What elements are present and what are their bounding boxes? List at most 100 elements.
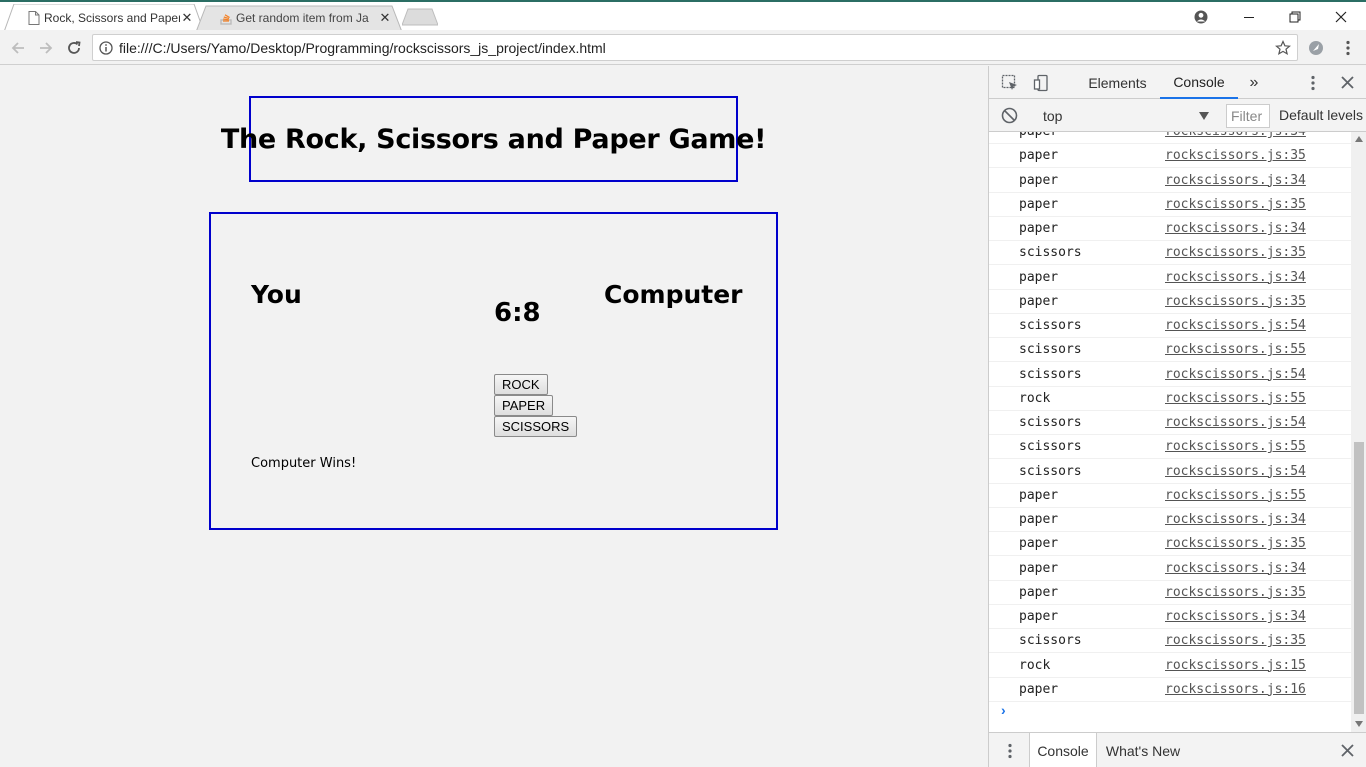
log-message: paper [1019,512,1059,527]
log-source-link[interactable]: rockscissors.js:16 [1165,682,1306,697]
log-source-link[interactable]: rockscissors.js:35 [1165,148,1306,163]
log-source-link[interactable]: rockscissors.js:34 [1165,561,1306,576]
scissors-button[interactable]: SCISSORS [494,416,578,437]
log-message: paper [1019,269,1059,285]
log-message: paper [1019,487,1059,503]
log-source-link[interactable]: rockscissors.js:35 [1165,294,1306,309]
scroll-down-arrow-icon[interactable] [1355,721,1363,727]
drawer-menu-kebab-icon[interactable] [1001,733,1019,767]
tab-elements[interactable]: Elements [1075,66,1160,99]
console-log-row: scissors rockscissors.js:35 [989,241,1351,266]
log-source-link[interactable]: rockscissors.js:34 [1165,609,1306,624]
back-arrow-icon[interactable] [6,36,30,60]
log-source-link[interactable]: rockscissors.js:35 [1165,536,1306,551]
minimize-button[interactable] [1226,4,1272,30]
browser-tab-strip: Rock, Scissors and Paper ✕ Get random it… [0,0,1366,32]
result-text: Computer Wins! [251,456,357,471]
log-message: scissors [1019,415,1082,430]
paper-button[interactable]: PAPER [494,395,554,416]
console-log-row: paper rockscissors.js:35 [989,290,1351,314]
context-selector[interactable]: top [1031,105,1209,127]
log-message: scissors [1019,245,1082,261]
console-log-row: scissors rockscissors.js:35 [989,629,1351,654]
more-tabs-chevron-icon[interactable]: » [1243,66,1265,99]
console-scrollbar[interactable] [1351,132,1366,732]
address-bar[interactable]: file:///C:/Users/Yamo/Desktop/Programmin… [92,34,1298,61]
restore-button[interactable] [1272,4,1318,30]
extension-icon[interactable] [1304,36,1328,60]
console-log-row: paper rockscissors.js:34 [989,557,1351,581]
log-message: paper [1019,148,1059,164]
log-source-link[interactable]: rockscissors.js:15 [1165,658,1306,673]
log-message: paper [1019,560,1059,576]
log-source-link[interactable]: rockscissors.js:35 [1165,585,1306,600]
bookmark-star-icon[interactable] [1269,39,1297,56]
devtools-menu-kebab-icon[interactable] [1303,66,1323,99]
console-log-row: paper rockscissors.js:35 [989,144,1351,169]
console-log-row: rock rockscissors.js:55 [989,387,1351,411]
log-levels-dropdown[interactable]: Default levels [1279,107,1363,123]
log-source-link[interactable]: rockscissors.js:54 [1165,415,1306,430]
log-source-link[interactable]: rockscissors.js:34 [1165,132,1306,139]
inspect-element-icon[interactable] [999,66,1021,99]
devtools-drawer-bar: Console What's New [989,732,1366,767]
log-source-link[interactable]: rockscissors.js:55 [1165,342,1306,357]
close-window-button[interactable] [1318,4,1364,30]
info-icon[interactable] [93,40,119,55]
tab-stackoverflow[interactable]: Get random item from Ja ✕ [196,4,402,32]
profile-icon[interactable] [1178,4,1224,30]
forward-arrow-icon[interactable] [34,36,58,60]
log-message: paper [1019,221,1059,236]
tab-console[interactable]: Console [1160,66,1238,99]
console-log-row: scissors rockscissors.js:55 [989,435,1351,460]
log-message: scissors [1019,633,1082,649]
devtools-panel: Elements Console » top Filter Default le… [988,66,1366,767]
close-drawer-icon[interactable] [1337,733,1357,767]
log-source-link[interactable]: rockscissors.js:55 [1165,488,1306,503]
reload-icon[interactable] [62,36,86,60]
scrollbar-thumb[interactable] [1354,442,1364,714]
log-message: paper [1019,132,1058,139]
log-source-link[interactable]: rockscissors.js:34 [1165,512,1306,527]
log-source-link[interactable]: rockscissors.js:55 [1165,439,1306,454]
scroll-up-arrow-icon[interactable] [1355,136,1363,142]
console-prompt-icon[interactable]: › [1001,702,1006,718]
log-source-link[interactable]: rockscissors.js:35 [1165,245,1306,260]
console-log-row: paper rockscissors.js:35 [989,532,1351,557]
log-source-link[interactable]: rockscissors.js:54 [1165,367,1306,382]
log-source-link[interactable]: rockscissors.js:54 [1165,464,1306,479]
log-source-link[interactable]: rockscissors.js:34 [1165,173,1306,188]
close-devtools-icon[interactable] [1337,66,1357,99]
console-log-row: paper rockscissors.js:34 [989,605,1351,629]
console-log-row: scissors rockscissors.js:55 [989,338,1351,363]
browser-toolbar: file:///C:/Users/Yamo/Desktop/Programmin… [0,30,1366,65]
console-log-row: scissors rockscissors.js:54 [989,363,1351,387]
menu-kebab-icon[interactable] [1336,36,1360,60]
tab-title: Rock, Scissors and Paper [44,11,180,25]
console-log-row: paper rockscissors.js:35 [989,581,1351,605]
you-label: You [251,280,302,309]
log-source-link[interactable]: rockscissors.js:35 [1165,633,1306,648]
console-log-row: scissors rockscissors.js:54 [989,314,1351,338]
log-source-link[interactable]: rockscissors.js:34 [1165,270,1306,285]
log-message: paper [1019,172,1059,188]
log-message: scissors [1019,342,1082,358]
clear-console-icon[interactable] [1001,107,1018,129]
close-tab-icon[interactable]: ✕ [180,10,194,26]
filter-input[interactable]: Filter [1226,104,1270,128]
log-message: paper [1019,536,1059,552]
log-message: paper [1019,609,1059,624]
drawer-tab-console[interactable]: Console [1029,733,1097,767]
log-source-link[interactable]: rockscissors.js:54 [1165,318,1306,333]
rock-button[interactable]: ROCK [494,374,548,395]
log-source-link[interactable]: rockscissors.js:55 [1165,391,1306,406]
tab-rock-scissors-paper[interactable]: Rock, Scissors and Paper ✕ [4,4,204,32]
close-tab-icon[interactable]: ✕ [378,10,392,26]
log-message: scissors [1019,318,1082,333]
device-toolbar-icon[interactable] [1031,66,1053,99]
new-tab-button[interactable] [402,8,438,26]
log-source-link[interactable]: rockscissors.js:34 [1165,221,1306,236]
log-source-link[interactable]: rockscissors.js:35 [1165,197,1306,212]
log-message: paper [1019,681,1059,697]
drawer-tab-whats-new[interactable]: What's New [1097,733,1189,767]
